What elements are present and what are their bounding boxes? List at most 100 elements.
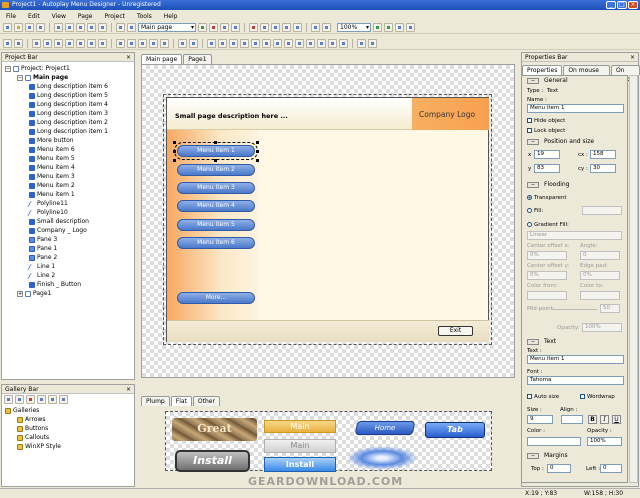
maximize-button[interactable]: □ bbox=[617, 1, 627, 9]
small-description[interactable]: Small page description here ... bbox=[175, 112, 288, 120]
cy-input[interactable]: 30 bbox=[590, 164, 616, 173]
same-size-icon[interactable] bbox=[317, 39, 326, 48]
add-page-icon[interactable] bbox=[198, 23, 207, 32]
close-icon[interactable]: × bbox=[126, 53, 131, 62]
margins-section-header[interactable]: − Margins bbox=[524, 452, 626, 460]
record-icon[interactable] bbox=[249, 23, 258, 32]
close-icon[interactable]: × bbox=[630, 53, 635, 62]
zoom-page-icon[interactable] bbox=[406, 23, 415, 32]
project-tree-item[interactable]: Long description item 3 bbox=[29, 109, 108, 118]
sample-main-gray[interactable]: Main bbox=[264, 439, 336, 453]
close-icon[interactable]: × bbox=[126, 385, 131, 394]
sample-stone-button[interactable]: Great bbox=[172, 418, 257, 441]
menu-help[interactable]: Help bbox=[164, 13, 178, 20]
project-tree-item[interactable]: Long description item 5 bbox=[29, 91, 108, 100]
project-tree-item[interactable]: Menu item 6 bbox=[29, 145, 75, 154]
bold-button[interactable]: B bbox=[588, 415, 597, 424]
paste-icon[interactable] bbox=[76, 23, 85, 32]
gallery-tree-item[interactable]: Buttons bbox=[17, 424, 48, 433]
text-section-header[interactable]: − Text bbox=[524, 338, 626, 346]
transparent-radio[interactable]: Transparent bbox=[527, 195, 567, 201]
italic-button[interactable]: I bbox=[600, 415, 609, 424]
center-h-icon[interactable] bbox=[328, 39, 337, 48]
left-margin-input[interactable]: 0 bbox=[600, 464, 622, 473]
menu-item-1[interactable]: Menu item 1 bbox=[174, 142, 258, 160]
save-as-icon[interactable] bbox=[36, 23, 45, 32]
text-opacity-input[interactable]: 100% bbox=[587, 437, 622, 446]
selection-handle[interactable] bbox=[256, 150, 259, 153]
button-tool-icon[interactable] bbox=[98, 39, 107, 48]
menu-project[interactable]: Project bbox=[104, 13, 125, 20]
cx-input[interactable]: 158 bbox=[590, 150, 616, 159]
distribute-v-icon[interactable] bbox=[284, 39, 293, 48]
font-select[interactable]: Tahoma bbox=[527, 376, 624, 385]
next-page-icon[interactable] bbox=[231, 23, 240, 32]
project-tree-item[interactable]: Polyline10 bbox=[27, 208, 68, 217]
tab-other[interactable]: Other bbox=[192, 396, 220, 406]
exit-button[interactable]: Exit bbox=[438, 326, 473, 336]
distribute-h-icon[interactable] bbox=[273, 39, 282, 48]
auto-size-checkbox[interactable]: Auto size bbox=[527, 394, 559, 400]
selection-handle[interactable] bbox=[214, 141, 217, 144]
menu-item-6[interactable]: Menu item 6 bbox=[177, 237, 255, 249]
image-tool-icon[interactable] bbox=[87, 39, 96, 48]
center-offset-x-input[interactable]: 0% bbox=[527, 251, 567, 260]
gallery-save-icon[interactable] bbox=[59, 395, 68, 404]
zoom-select[interactable]: 100% bbox=[337, 23, 371, 32]
gallery-tree-item[interactable]: WinXP Style bbox=[17, 442, 61, 451]
project-tree-item[interactable]: Company _ Logo bbox=[29, 226, 87, 235]
sample-install-blue[interactable]: Install bbox=[264, 457, 336, 472]
undo-icon[interactable] bbox=[87, 23, 96, 32]
bring-front-icon[interactable] bbox=[178, 39, 187, 48]
flash-tool-icon[interactable] bbox=[138, 39, 147, 48]
menu-page[interactable]: Page bbox=[78, 13, 93, 20]
edge-pad-input[interactable]: 0% bbox=[580, 271, 620, 280]
same-width-icon[interactable] bbox=[295, 39, 304, 48]
project-tree-item[interactable]: − Main page bbox=[17, 73, 68, 82]
project-tree-item[interactable]: Long description item 6 bbox=[29, 82, 108, 91]
project-tree-item[interactable]: Line 2 bbox=[27, 271, 55, 280]
web-tool-icon[interactable] bbox=[149, 39, 158, 48]
align-select[interactable] bbox=[561, 415, 583, 424]
list-tool-icon[interactable] bbox=[160, 39, 169, 48]
project-tree-item[interactable]: − Project: Project1 bbox=[5, 64, 70, 73]
rectangle-tool-icon[interactable] bbox=[54, 39, 63, 48]
align-center-icon[interactable] bbox=[218, 39, 227, 48]
open-icon[interactable] bbox=[14, 23, 23, 32]
same-height-icon[interactable] bbox=[306, 39, 315, 48]
general-section-header[interactable]: − General bbox=[524, 77, 626, 85]
tab-plump[interactable]: Plump bbox=[141, 396, 170, 406]
page-icon[interactable] bbox=[127, 23, 136, 32]
menu-file[interactable]: File bbox=[6, 13, 16, 20]
lock-object-checkbox[interactable]: Lock object bbox=[527, 128, 565, 134]
gallery-tree-item[interactable]: Galleries bbox=[5, 406, 39, 415]
gallery-open-icon[interactable] bbox=[15, 395, 24, 404]
tab-page1[interactable]: Page1 bbox=[183, 54, 212, 64]
menu-tools[interactable]: Tools bbox=[137, 13, 152, 20]
tab-on-mouse-over[interactable]: On mouse over bbox=[563, 65, 610, 83]
gallery-tree-item[interactable]: Arrows bbox=[17, 415, 46, 424]
project-tree-item[interactable]: Long description item 1 bbox=[29, 127, 108, 136]
delete-page-icon[interactable] bbox=[209, 23, 218, 32]
menu-item-3[interactable]: Menu item 3 bbox=[177, 182, 255, 194]
close-button[interactable]: × bbox=[628, 1, 638, 9]
expand-icon[interactable]: − bbox=[5, 65, 11, 72]
select-tool-icon[interactable] bbox=[3, 39, 12, 48]
top-margin-input[interactable]: 0 bbox=[547, 464, 571, 473]
project-tree-item[interactable]: Finish _ Button bbox=[29, 280, 81, 289]
color-from-select[interactable] bbox=[527, 291, 567, 300]
project-tree-item[interactable]: Menu item 5 bbox=[29, 154, 75, 163]
selection-handle[interactable] bbox=[256, 141, 259, 144]
project-tree-item[interactable]: + Page1 bbox=[17, 289, 51, 298]
sample-home-button[interactable]: Home bbox=[354, 421, 416, 435]
zoom-tool-icon[interactable] bbox=[14, 39, 23, 48]
more-button[interactable]: More... bbox=[177, 292, 255, 304]
page-select[interactable]: Main page bbox=[138, 23, 196, 32]
fill-color-select[interactable] bbox=[582, 206, 622, 215]
ungroup-icon[interactable] bbox=[368, 39, 377, 48]
ellipse-tool-icon[interactable] bbox=[65, 39, 74, 48]
project-tree-item[interactable]: Polyline11 bbox=[27, 199, 68, 208]
name-input[interactable]: Menu item 1 bbox=[527, 104, 624, 113]
tab-flat[interactable]: Flat bbox=[170, 396, 192, 406]
flooding-section-header[interactable]: − Flooding bbox=[524, 181, 626, 189]
